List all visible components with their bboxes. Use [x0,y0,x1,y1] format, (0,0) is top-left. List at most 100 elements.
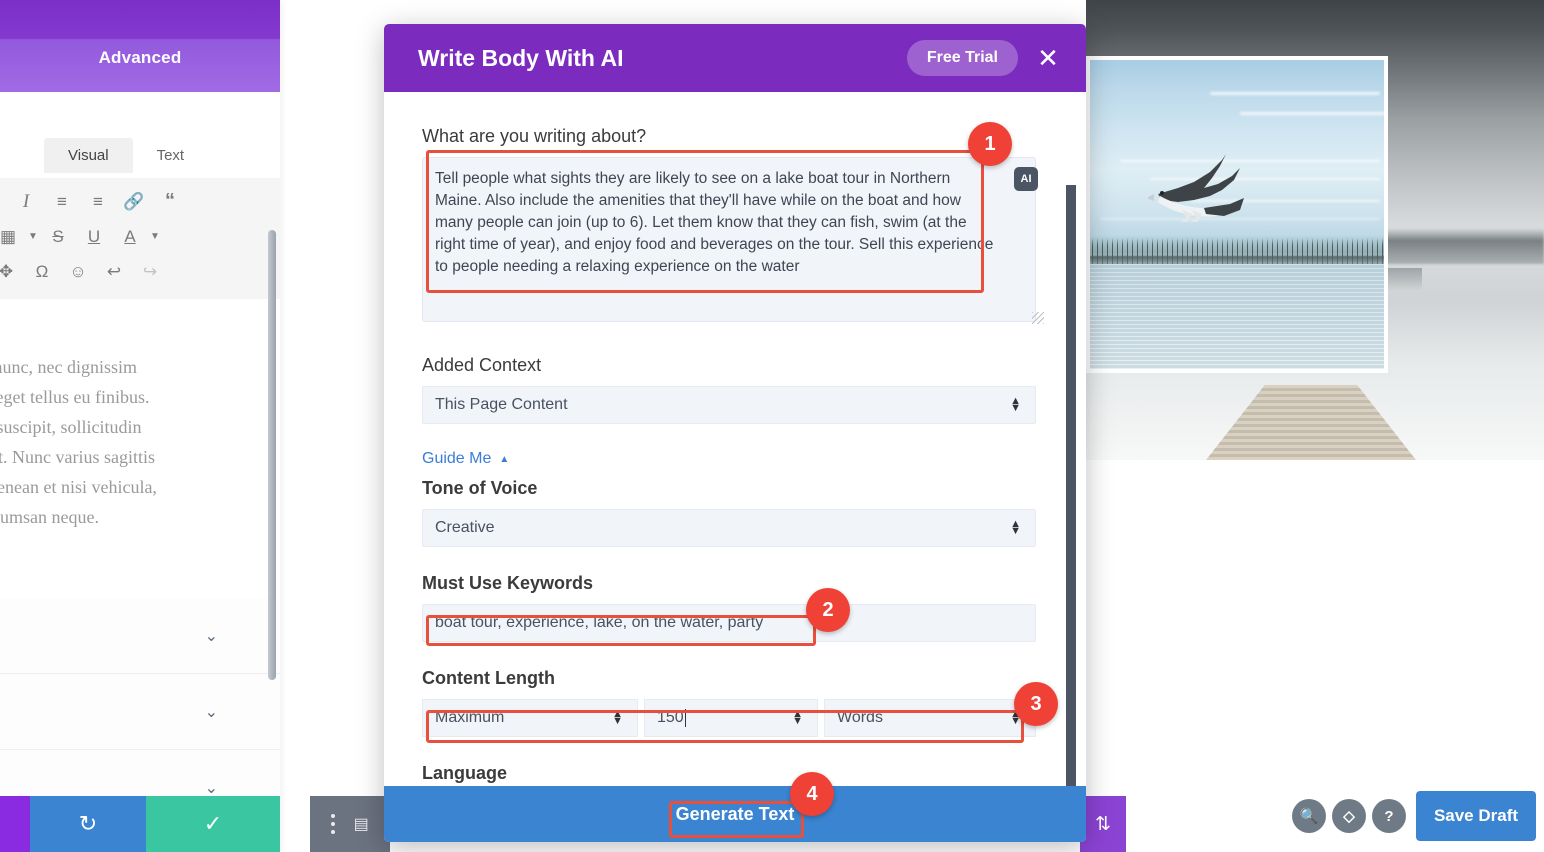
spinner-arrows-icon: ▲▼ [792,708,803,727]
textarea-resize-handle[interactable] [1032,312,1044,324]
modal-header: Write Body With AI Free Trial ✕ [384,24,1086,92]
modal-footer: Generate Text [384,786,1086,842]
hero-pier-deck [1382,268,1422,290]
guide-me-toggle[interactable]: Guide Me ▲ [422,450,1048,468]
editor-tabs: Visual Text [44,138,209,173]
prompt-textarea[interactable] [422,157,1036,322]
added-context-value: This Page Content [435,396,568,413]
screen: Advanced Visual Text I ≡ ≡ 🔗 “ ▦ ▼ S U A… [0,0,1544,852]
editor-line: t nunc, nec dignissim [0,357,137,377]
photo-water [1090,264,1384,369]
content-length-mode-value: Maximum [435,709,505,726]
toolbar-row-2: ▦ ▼ S U A ▼ [0,219,280,254]
modal-scrollbar[interactable] [1066,185,1076,790]
emoji-icon[interactable]: ☺ [60,256,96,288]
bullet-list-icon[interactable]: ≡ [44,186,80,218]
toolbar-row-1: I ≡ ≡ 🔗 “ [0,184,280,219]
annotation-badge-4: 4 [790,772,834,816]
lake-photo [1090,60,1384,369]
modal-footer-left-tools: ▤ [310,796,390,852]
tab-advanced[interactable]: Advanced [0,48,280,68]
toolbar-row-3: ✥ Ω ☺ ↩ ↪ [0,254,280,289]
must-use-keywords-label: Must Use Keywords [422,573,594,593]
search-icon[interactable]: 🔍 [1292,799,1326,833]
editor-line: s eget tellus eu finibus. [0,387,150,407]
ai-icon[interactable]: AI [1014,167,1038,191]
chevron-down-icon: ⌄ [204,627,218,645]
redo-icon[interactable]: ↪ [132,256,168,288]
text-color-caret-icon[interactable]: ▼ [148,221,162,253]
underline-icon[interactable]: U [76,221,112,253]
editor-line: rat. Nunc varius sagittis [0,447,155,467]
tone-of-voice-select[interactable]: Creative ▲ ▼ [422,509,1036,547]
generate-text-button[interactable]: Generate Text [676,804,795,825]
accordion-row[interactable]: ⌄ [0,598,280,674]
settings-panel-footer: ↻ ✓ [0,796,280,852]
annotation-badge-3: 3 [1014,682,1058,726]
free-trial-badge[interactable]: Free Trial [906,40,1018,76]
editor-content-text[interactable]: t nunc, nec dignissim s eget tellus eu f… [0,352,280,532]
blockquote-icon[interactable]: “ [152,186,188,218]
content-length-mode-select[interactable]: Maximum ▲ ▼ [422,699,638,737]
added-context-label: Added Context [422,355,542,375]
help-icon[interactable]: ? [1372,799,1406,833]
tab-text[interactable]: Text [132,138,209,173]
settings-panel-header: Advanced [0,0,280,92]
tab-visual[interactable]: Visual [44,138,133,173]
table-icon[interactable]: ▦ [0,221,26,253]
save-draft-button[interactable]: Save Draft [1416,791,1536,841]
tone-of-voice-label: Tone of Voice [422,478,538,498]
table-caret-icon[interactable]: ▼ [26,221,40,253]
keywords-input[interactable] [422,604,1036,642]
content-length-row: Maximum ▲▼ 150 ▲▼ Words ▲▼ [422,699,1036,737]
guide-me-label: Guide Me [422,450,492,467]
modal-body: What are you writing about? AI Added Con… [384,92,1086,812]
content-length-unit-value: Words [837,709,883,726]
content-length-unit-select[interactable]: Words ▲▼ [824,699,1036,737]
text-color-icon[interactable]: A [112,221,148,253]
module-settings-panel: Advanced Visual Text I ≡ ≡ 🔗 “ ▦ ▼ S U A… [0,0,280,852]
spinner-arrows-icon: ▲▼ [1010,395,1021,414]
strikethrough-icon[interactable]: S [40,221,76,253]
fullscreen-icon[interactable]: ✥ [0,256,24,288]
editor-line: Aenean et nisi vehicula, [0,477,157,497]
link-icon[interactable]: 🔗 [116,186,152,218]
more-options-icon[interactable] [331,814,336,834]
divi-bottom-toolbar: 🔍 ◇ ? Save Draft [1086,780,1544,852]
chevron-down-icon: ⌄ [204,780,218,797]
spinner-arrows-icon: ▲▼ [1010,518,1021,537]
sort-arrows-icon[interactable]: ⇅ [1080,796,1126,852]
panel-scrollbar[interactable] [268,230,276,680]
spinner-arrows-icon: ▲▼ [612,708,623,727]
editor-line: ccumsan neque. [0,507,99,527]
chevron-down-icon: ⌄ [204,703,218,721]
close-icon[interactable]: ✕ [1028,43,1068,74]
panel-footer-purple-button[interactable] [0,796,30,852]
prompt-label: What are you writing about? [422,126,647,146]
italic-icon[interactable]: I [8,186,44,218]
checkmark-icon[interactable]: ✓ [146,796,280,852]
tone-of-voice-value: Creative [435,519,495,536]
layers-icon[interactable]: ◇ [1332,799,1366,833]
layout-icon[interactable]: ▤ [354,814,369,834]
hero-dock-planks [1206,385,1416,460]
annotation-badge-2: 2 [806,588,850,632]
text-cursor [684,709,686,727]
modal-title: Write Body With AI [418,44,624,71]
redo-icon[interactable]: ↻ [30,796,146,852]
language-label: Language [422,763,508,783]
content-length-label: Content Length [422,668,555,688]
prompt-field-wrapper: AI [422,157,1048,327]
undo-icon[interactable]: ↩ [96,256,132,288]
special-character-icon[interactable]: Ω [24,256,60,288]
content-length-amount-value: 150 [657,709,684,726]
wysiwyg-toolbar: I ≡ ≡ 🔗 “ ▦ ▼ S U A ▼ ✥ Ω ☺ ↩ ↪ [0,178,280,299]
content-length-amount-input[interactable]: 150 ▲ ▼ [644,699,818,737]
accordion-row[interactable]: ⌄ [0,674,280,750]
numbered-list-icon[interactable]: ≡ [80,186,116,218]
lake-photo-frame [1086,56,1388,373]
added-context-select[interactable]: This Page Content ▲ ▼ [422,386,1036,424]
collapse-caret-icon: ▲ [499,453,510,465]
bird-icon [1148,154,1244,222]
editor-line: e suscipit, sollicitudin [0,417,142,437]
